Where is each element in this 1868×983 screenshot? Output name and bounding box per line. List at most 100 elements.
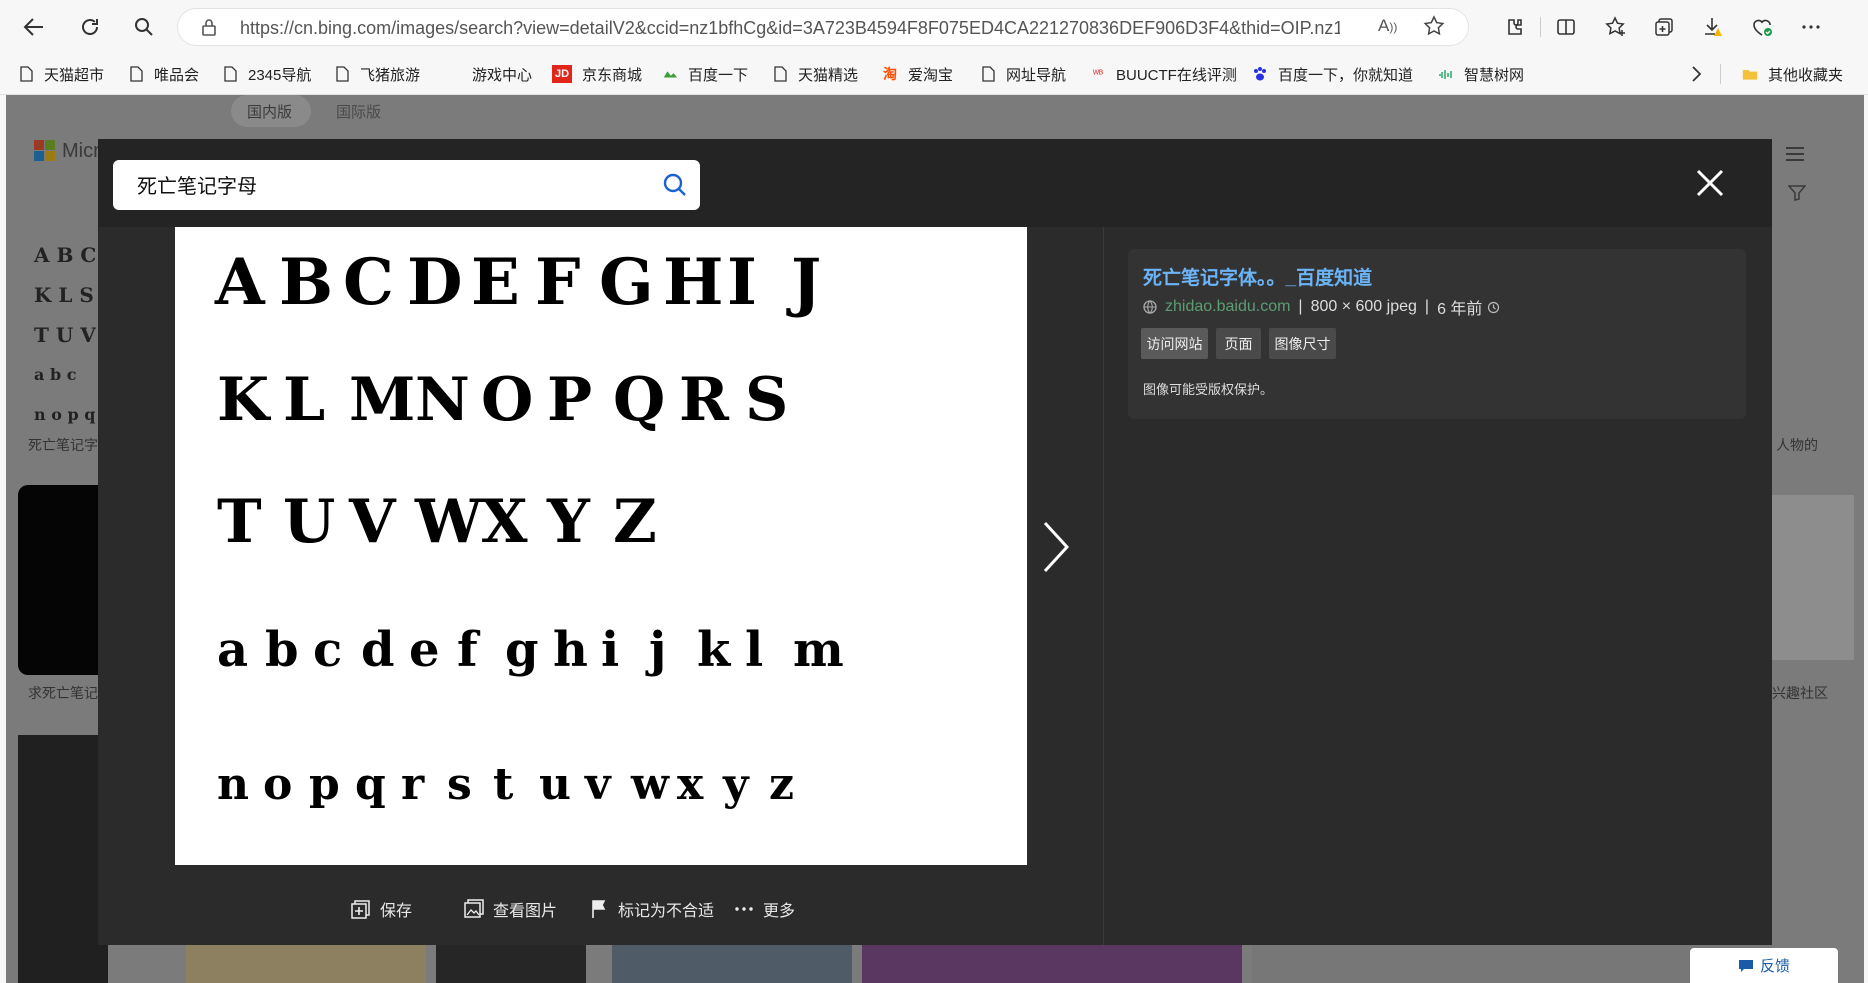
bookmark-buuctf[interactable]: ᵂᴮ BUUCTF在线评测 — [1090, 64, 1237, 84]
bookmark-tmall-select[interactable]: 天猫精选 — [772, 64, 858, 84]
gothic-alphabet-image[interactable]: ABCDEFGHIJ KLMNOPQRS TUVWXYZ abcdefghijk… — [175, 227, 1027, 865]
alphabet-glyph: a — [217, 622, 249, 678]
image-dimensions: 800 × 600 jpeg — [1310, 298, 1417, 315]
alphabet-glyph: L — [283, 365, 326, 435]
taobao-icon: 淘 — [883, 66, 897, 82]
search-input[interactable] — [137, 173, 617, 196]
bookmark-baidu[interactable]: 百度一下 — [662, 64, 748, 84]
next-image-chevron-icon[interactable] — [1033, 517, 1077, 577]
search-box[interactable] — [113, 160, 700, 210]
filter-icon[interactable] — [1787, 185, 1807, 206]
thumbnail-gothic-letters[interactable]: A B CK L ST U Va b cn o p q — [34, 235, 99, 435]
favorites-icon[interactable] — [1600, 11, 1632, 43]
image-detail-modal: ABCDEFGHIJ KLMNOPQRS TUVWXYZ abcdefghijk… — [98, 139, 1772, 945]
alphabet-glyph: t — [493, 759, 514, 810]
tab-international-label[interactable]: 国际版 — [336, 101, 381, 122]
browser-toolbar: https://cn.bing.com/images/search?view=d… — [0, 0, 1868, 54]
alphabet-glyph: S — [745, 365, 789, 435]
search-icon[interactable] — [128, 11, 160, 43]
bookmark-aitaobao[interactable]: 淘爱淘宝 — [882, 64, 953, 84]
bookmark-zhihuishu[interactable]: 智慧树网 — [1438, 64, 1524, 84]
page-button[interactable]: 页面 — [1216, 328, 1261, 359]
browser-essentials-icon[interactable] — [1746, 11, 1778, 43]
bookmark-other-favorites[interactable]: 其他收藏夹 — [1742, 64, 1843, 84]
meta-separator: | — [1298, 298, 1303, 315]
image-viewer: ABCDEFGHIJ KLMNOPQRS TUVWXYZ abcdefghijk… — [98, 227, 1103, 945]
alphabet-glyph: T — [217, 487, 262, 557]
alphabet-glyph: K — [217, 365, 270, 435]
more-dots-icon — [733, 898, 755, 920]
bookmark-baidu-search[interactable]: 百度一下，你就知道 — [1252, 64, 1413, 84]
alphabet-glyph: d — [361, 622, 395, 678]
thumbnail-dark-art[interactable] — [18, 735, 108, 983]
thumbnail-manga[interactable] — [1772, 495, 1854, 660]
alphabet-glyph: F — [535, 245, 581, 320]
meta-separator: | — [1424, 298, 1430, 315]
bookmark-url-nav[interactable]: 网址导航 — [980, 64, 1066, 84]
alphabet-glyph: G — [599, 245, 654, 320]
panel-divider — [1103, 227, 1104, 945]
bookmark-game-center[interactable]: 游戏中心 — [472, 64, 532, 84]
url-text[interactable]: https://cn.bing.com/images/search?view=d… — [240, 18, 1340, 39]
save-button[interactable]: 保存 — [350, 897, 412, 921]
globe-icon — [1143, 300, 1157, 314]
page-icon — [980, 65, 996, 83]
alphabet-glyph: c — [313, 622, 343, 678]
alphabet-glyph: U — [283, 487, 336, 557]
address-bar[interactable]: https://cn.bing.com/images/search?view=d… — [178, 9, 1468, 45]
thumbnail-black[interactable] — [18, 485, 108, 675]
menu-icon[interactable] — [1784, 145, 1806, 168]
downloads-icon[interactable] — [1697, 11, 1729, 43]
read-aloud-icon[interactable]: A)) — [1378, 16, 1397, 36]
bookmark-2345[interactable]: 2345导航 — [222, 64, 311, 84]
alphabet-glyph: m — [793, 622, 844, 678]
back-icon[interactable] — [18, 11, 50, 43]
save-plus-icon — [350, 898, 372, 920]
bookmarks-divider — [1720, 64, 1721, 84]
search-icon[interactable] — [662, 172, 688, 198]
alphabet-glyph: r — [401, 759, 425, 810]
flag-icon — [588, 898, 610, 920]
lock-icon[interactable] — [200, 18, 218, 36]
zhihuishu-icon — [1438, 65, 1454, 83]
bookmark-jd[interactable]: JD 京东商城 — [552, 64, 642, 84]
alphabet-glyph: B — [279, 245, 334, 320]
bookmark-tmall-supermarket[interactable]: 天猫超市 — [18, 64, 104, 84]
bookmark-vip[interactable]: 唯品会 — [128, 64, 199, 84]
collections-icon[interactable] — [1648, 11, 1680, 43]
alphabet-glyph: e — [409, 622, 440, 678]
image-size-button[interactable]: 图像尺寸 — [1269, 328, 1336, 359]
alphabet-glyph: D — [407, 245, 463, 320]
image-meta: zhidao.baidu.com | 800 × 600 jpeg | 6 年前 — [1143, 295, 1500, 319]
folder-icon — [1742, 65, 1758, 83]
close-icon[interactable] — [1694, 167, 1726, 199]
favorite-star-icon[interactable] — [1423, 15, 1445, 42]
alphabet-glyph: v — [585, 759, 611, 810]
view-image-button[interactable]: 查看图片 — [463, 897, 557, 921]
source-domain[interactable]: zhidao.baidu.com — [1165, 298, 1290, 316]
chat-icon — [1738, 959, 1754, 973]
flag-inappropriate-button[interactable]: 标记为不合适 — [588, 897, 714, 921]
baidu-icon — [662, 65, 678, 83]
alphabet-glyph: j — [649, 622, 667, 678]
settings-more-icon[interactable] — [1795, 11, 1827, 43]
split-screen-icon[interactable] — [1550, 11, 1582, 43]
source-title-link[interactable]: 死亡笔记字体。。_百度知道 — [1143, 263, 1372, 290]
alphabet-glyph: s — [447, 759, 472, 810]
thumbnail-caption: 死亡笔记字 — [28, 437, 98, 453]
image-row-lowercase-1: abcdefghijklm — [175, 612, 1027, 712]
alphabet-glyph: M — [349, 365, 416, 435]
alphabet-glyph: h — [553, 622, 588, 678]
alphabet-glyph: I — [727, 245, 757, 320]
bookmark-fliggy[interactable]: 飞猪旅游 — [334, 64, 420, 84]
alphabet-glyph: Y — [547, 487, 590, 557]
visit-site-button[interactable]: 访问网站 — [1141, 328, 1208, 359]
alphabet-glyph: N — [415, 365, 470, 435]
alphabet-glyph: O — [481, 365, 534, 435]
more-button[interactable]: 更多 — [733, 897, 795, 921]
feedback-button[interactable]: 反馈 — [1690, 948, 1838, 983]
extensions-icon[interactable] — [1498, 11, 1530, 43]
chevron-right-icon[interactable] — [1686, 64, 1706, 89]
page-icon — [334, 65, 350, 83]
refresh-icon[interactable] — [74, 11, 106, 43]
